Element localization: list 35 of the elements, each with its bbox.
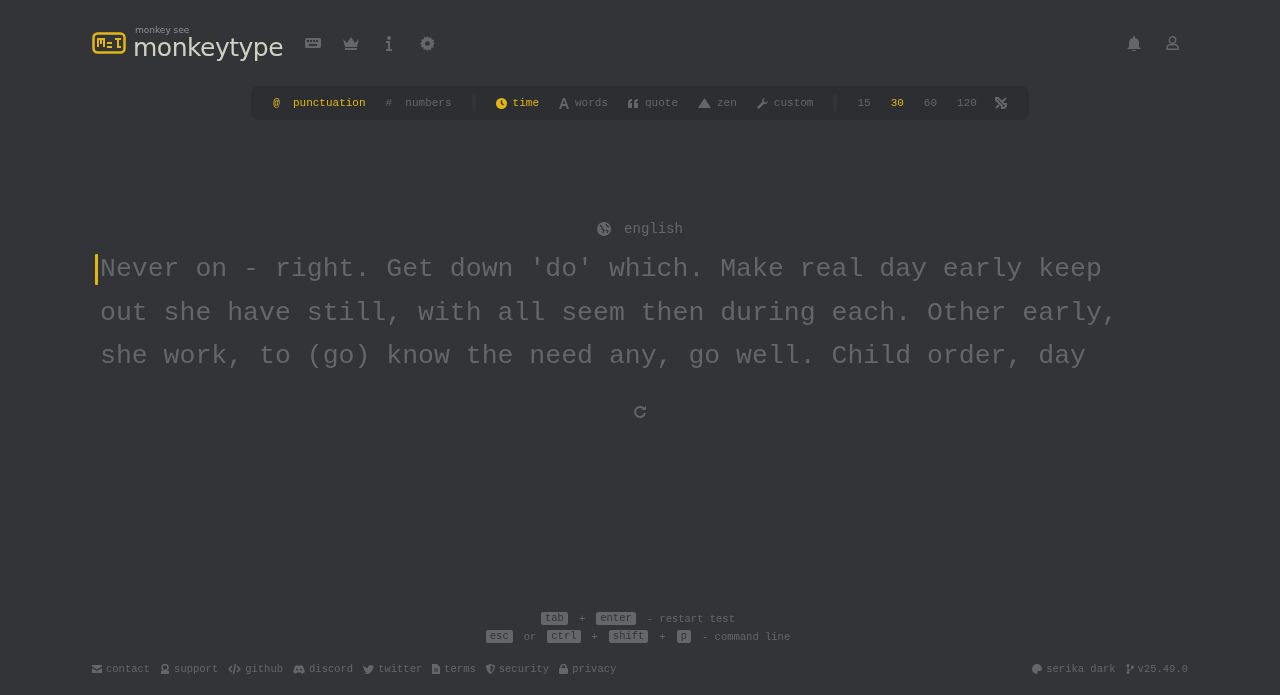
config-toggle[interactable]: @ punctuation [263, 97, 376, 109]
shield-icon [485, 664, 495, 674]
settings-icon [419, 35, 435, 51]
letter-a-icon [559, 97, 569, 109]
info-icon [386, 35, 393, 51]
logo-text[interactable]: monkeytype [133, 34, 284, 61]
hint-text: + [590, 630, 599, 643]
mail-icon [92, 665, 102, 673]
restart-icon [633, 404, 647, 419]
palette-icon [1032, 664, 1043, 674]
mode-button[interactable]: time [485, 97, 549, 109]
user-icon [1165, 36, 1179, 50]
keyboard-icon [305, 37, 322, 49]
hint-text: + [658, 630, 667, 643]
code-icon [228, 664, 242, 674]
crown-icon [342, 36, 361, 50]
twitter-icon [363, 664, 375, 674]
globe-icon [597, 222, 612, 236]
tools-icon [994, 97, 1007, 109]
mountain-icon [698, 98, 711, 108]
discord-icon [293, 664, 306, 674]
hint-text: + [577, 612, 587, 625]
duration-button[interactable]: 120 [947, 97, 987, 109]
code-branch-icon [1125, 664, 1134, 674]
duration-button[interactable]: 30 [880, 97, 914, 109]
logo-caption: monkey see [135, 25, 191, 35]
document-icon [432, 664, 441, 674]
quote-icon [628, 98, 639, 108]
text-caret [95, 254, 98, 285]
logo-icon[interactable] [92, 32, 126, 54]
wrench-icon [756, 97, 768, 109]
mode-button[interactable]: zen [688, 97, 747, 109]
clock-icon [495, 97, 507, 109]
notification-bell-icon [1127, 35, 1141, 51]
lock-icon [559, 664, 569, 674]
